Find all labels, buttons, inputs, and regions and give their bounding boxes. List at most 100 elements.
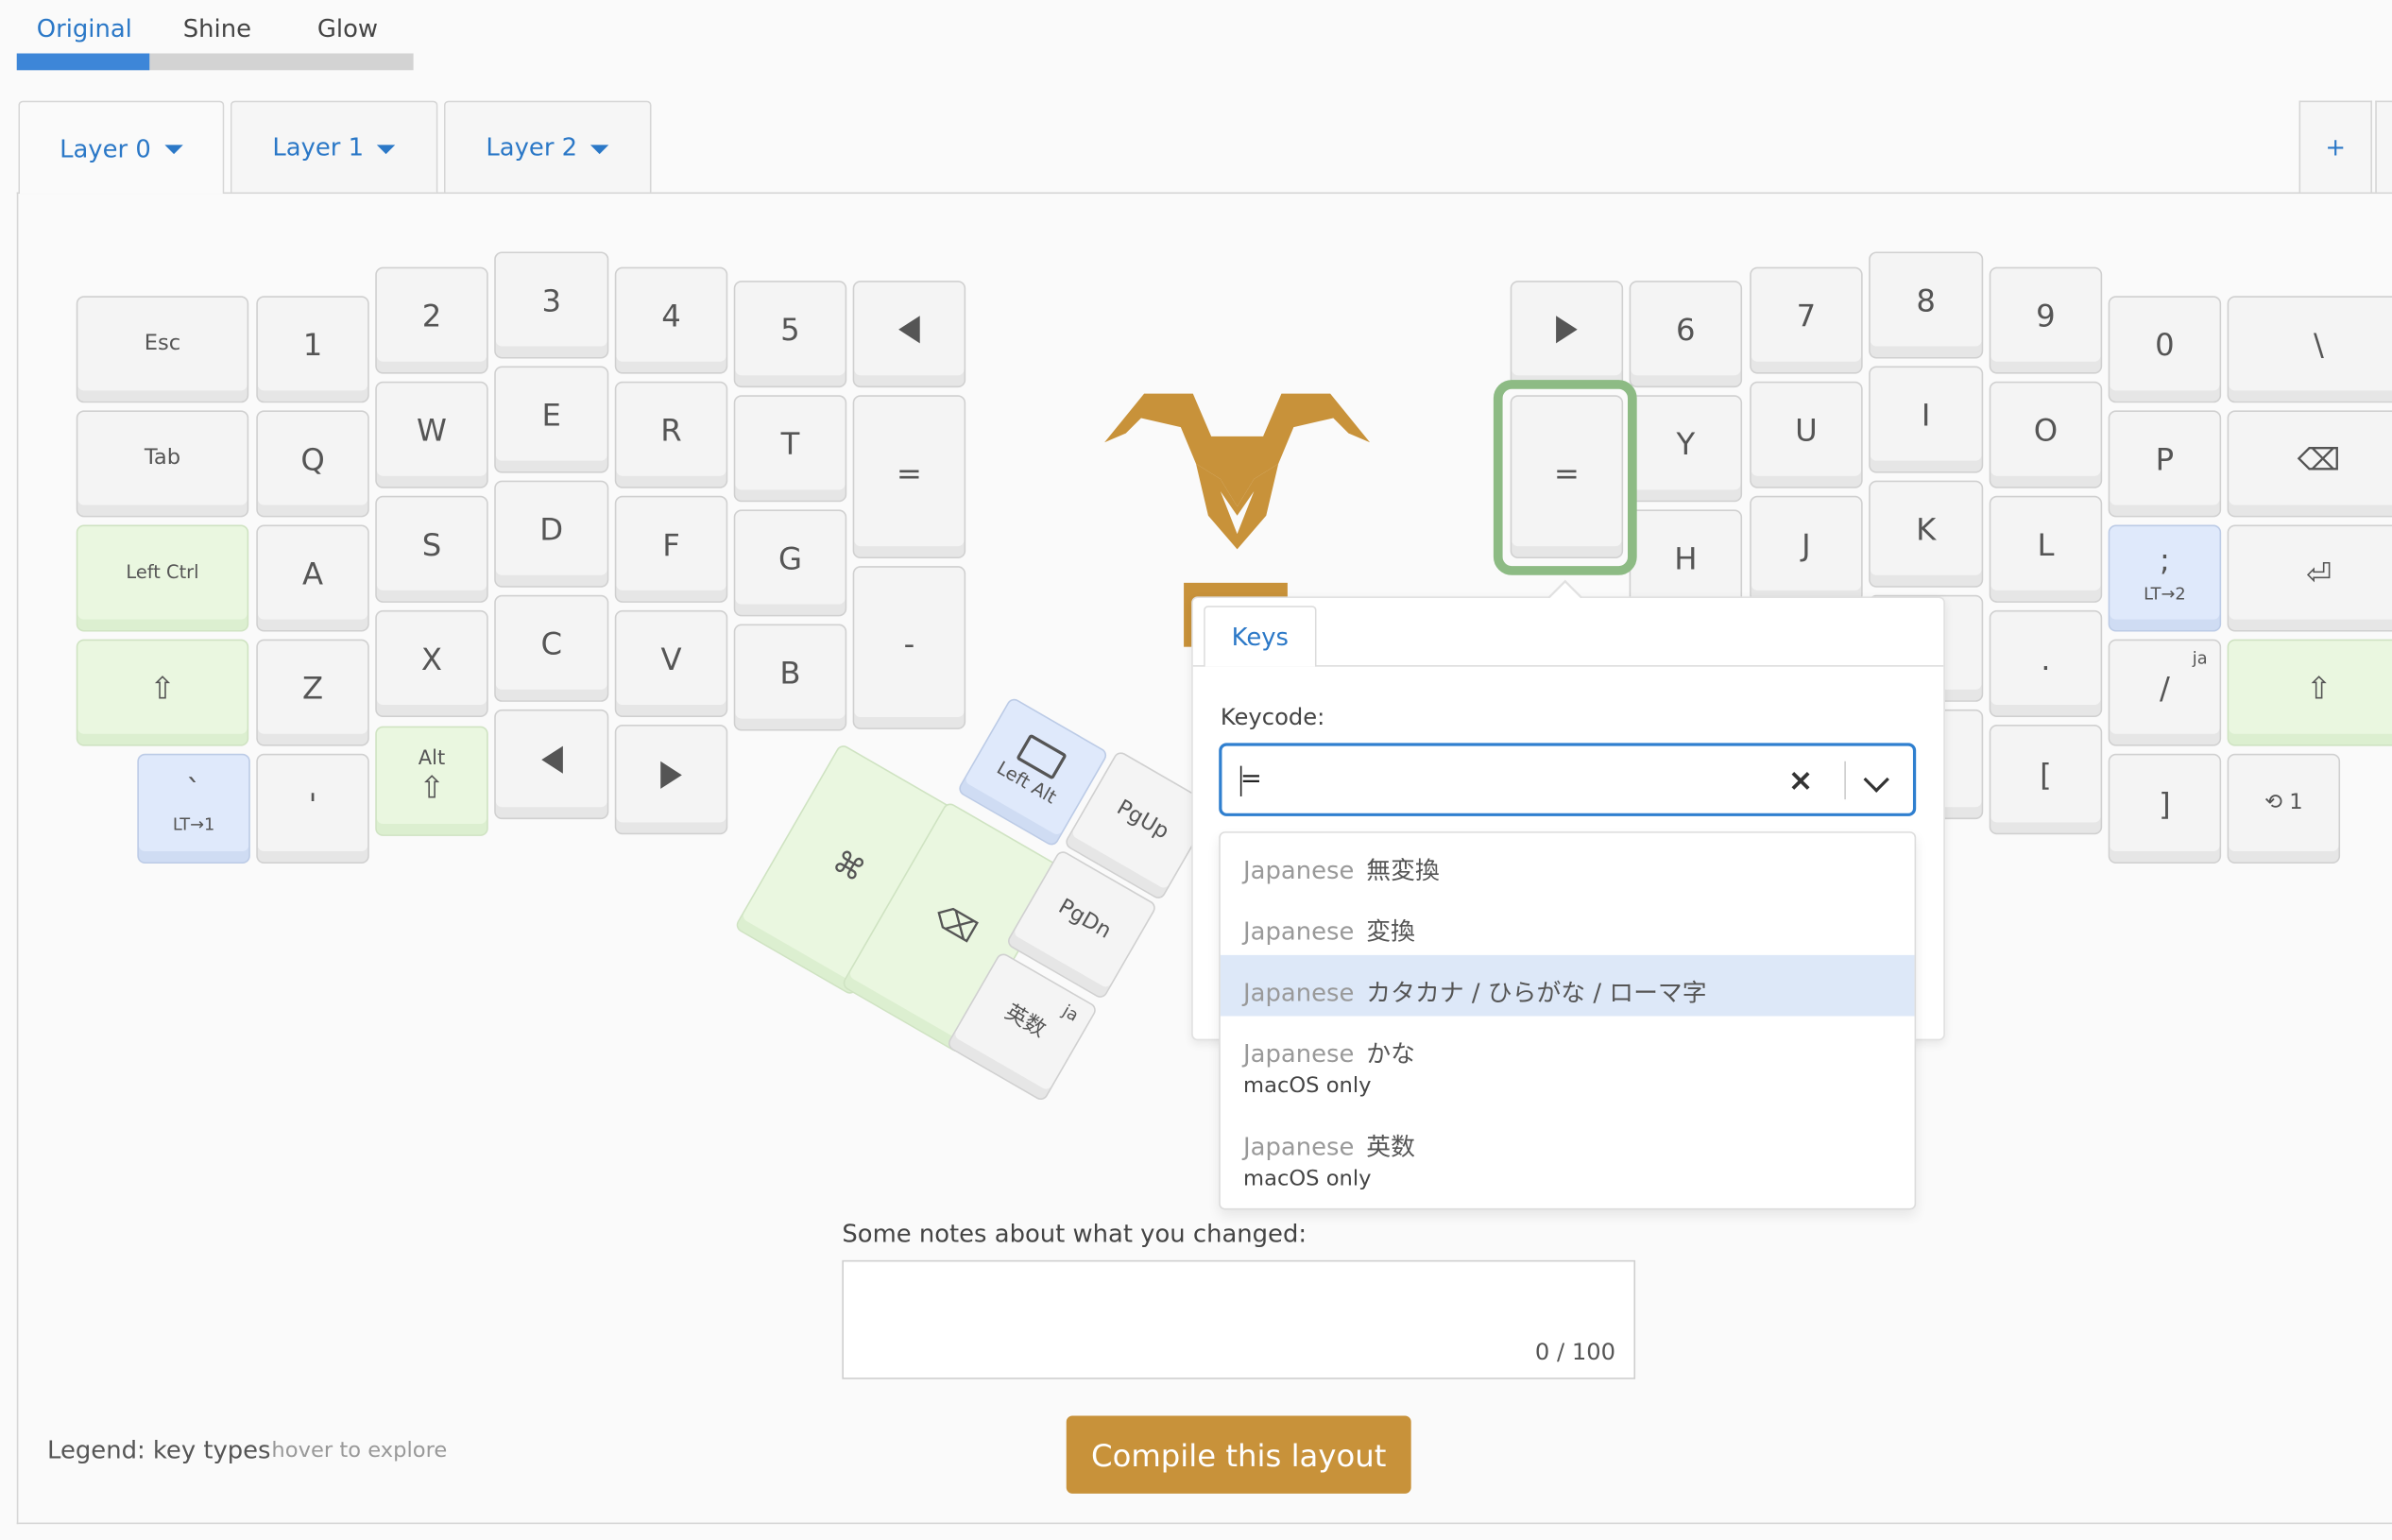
theme-tab-glow[interactable]: Glow xyxy=(317,14,378,43)
key-alt-label: Alt xyxy=(418,746,446,771)
key-6[interactable]: 6 xyxy=(1629,281,1743,388)
dropdown-option[interactable]: Japanese 変換 xyxy=(1221,894,1915,955)
key-left-arrow-top[interactable] xyxy=(852,281,966,388)
notes-counter: 0 / 100 xyxy=(1534,1338,1616,1366)
theme-indicator-fill xyxy=(16,53,150,71)
theme-tab-shine[interactable]: Shine xyxy=(183,14,251,43)
key-right-shift[interactable]: ⇧ xyxy=(2227,639,2392,746)
key-left-arrow[interactable] xyxy=(494,709,609,820)
key-eisu-label: 英数 xyxy=(1000,1001,1050,1044)
key-grave-layer1[interactable]: ` LT→1 xyxy=(137,753,250,864)
key-r[interactable]: R xyxy=(614,381,728,488)
key-8[interactable]: 8 xyxy=(1869,251,1984,359)
key-equals-left[interactable]: = xyxy=(852,395,966,559)
tab-divider xyxy=(16,192,2392,195)
theme-tab-original[interactable]: Original xyxy=(37,14,132,43)
dropdown-option[interactable]: Japanese 英数 macOS only xyxy=(1221,1109,1915,1201)
tab-layer-2[interactable]: Layer 2 xyxy=(443,100,652,193)
key-i[interactable]: I xyxy=(1869,366,1984,473)
key-d[interactable]: D xyxy=(494,480,609,588)
key-z[interactable]: Z xyxy=(256,639,369,746)
key-b[interactable]: B xyxy=(733,624,847,731)
key-k[interactable]: K xyxy=(1869,480,1984,588)
dropdown-option[interactable]: Japanese 無変換 xyxy=(1221,833,1915,895)
option-lang: Japanese xyxy=(1243,855,1355,885)
chevron-down-icon[interactable] xyxy=(1863,766,1889,793)
key-right-arrow[interactable] xyxy=(614,725,728,835)
goat-logo-icon xyxy=(1104,393,1371,550)
key-t[interactable]: T xyxy=(733,395,847,503)
tab-keys[interactable]: Keys xyxy=(1204,606,1317,667)
clear-icon[interactable]: × xyxy=(1788,761,1814,798)
keycode-input-value[interactable]: = xyxy=(1240,764,1262,795)
option-lang: Japanese xyxy=(1243,1038,1355,1069)
key-4[interactable]: 4 xyxy=(614,266,728,374)
key-semicolon-layer2[interactable]: ; LT→2 xyxy=(2108,524,2222,632)
dropdown-option-highlighted[interactable]: Japanese カタカナ / ひらがな / ローマ字 xyxy=(1220,954,1915,1017)
key-g[interactable]: G xyxy=(733,509,847,617)
key-right-arrow-top[interactable] xyxy=(1510,281,1624,388)
key-tab[interactable]: Tab xyxy=(76,410,249,518)
key-y[interactable]: Y xyxy=(1629,395,1743,503)
key-enter[interactable]: ⏎ xyxy=(2227,524,2392,632)
keycode-label: Keycode: xyxy=(1220,703,1325,731)
tab-overflow xyxy=(2375,100,2392,193)
key-layer-back-1[interactable]: ⟲ 1 xyxy=(2227,753,2341,864)
caret-down-icon xyxy=(164,145,183,155)
legend-label: Legend: key types xyxy=(47,1435,271,1465)
key-5[interactable]: 5 xyxy=(733,281,847,388)
add-layer-button[interactable]: + xyxy=(2298,100,2373,193)
key-left-bracket[interactable]: [ xyxy=(1989,725,2103,835)
key-period[interactable]: . xyxy=(1989,609,2103,717)
key-esc[interactable]: Esc xyxy=(76,296,249,403)
notes-textarea[interactable]: 0 / 100 xyxy=(842,1259,1636,1379)
key-p[interactable]: P xyxy=(2108,410,2222,518)
key-3[interactable]: 3 xyxy=(494,251,609,359)
key-1[interactable]: 1 xyxy=(256,296,369,403)
key-quote[interactable]: ' xyxy=(256,753,369,864)
key-u[interactable]: U xyxy=(1750,381,1863,488)
key-e[interactable]: E xyxy=(494,366,609,473)
key-7[interactable]: 7 xyxy=(1750,266,1863,374)
option-note: macOS only xyxy=(1243,1073,1372,1099)
key-j[interactable]: J xyxy=(1750,495,1863,603)
key-right-bracket[interactable]: ] xyxy=(2108,753,2222,864)
option-lang: Japanese xyxy=(1243,978,1355,1007)
notes-label: Some notes about what you changed: xyxy=(842,1219,1307,1248)
key-c[interactable]: C xyxy=(494,594,609,702)
key-9[interactable]: 9 xyxy=(1989,266,2103,374)
key-minus[interactable]: - xyxy=(852,566,966,729)
tab-layer-0[interactable]: Layer 0 xyxy=(18,100,225,195)
key-2[interactable]: 2 xyxy=(375,266,488,374)
key-w[interactable]: W xyxy=(375,381,488,488)
keycode-select[interactable]: = × xyxy=(1219,743,1917,816)
key-q[interactable]: Q xyxy=(256,410,369,518)
key-backspace[interactable]: ⌫ xyxy=(2227,410,2392,518)
tab-layer-1-label: Layer 1 xyxy=(272,132,365,163)
key-v[interactable]: V xyxy=(614,609,728,717)
option-name: 英数 xyxy=(1366,1132,1416,1161)
option-name: 無変換 xyxy=(1366,855,1440,885)
key-left-ctrl[interactable]: Left Ctrl xyxy=(76,524,249,632)
key-f[interactable]: F xyxy=(614,495,728,603)
key-eisu-sup: ja xyxy=(1059,1001,1083,1026)
key-slash[interactable]: / ja xyxy=(2108,639,2222,746)
key-0[interactable]: 0 xyxy=(2108,296,2222,403)
key-o[interactable]: O xyxy=(1989,381,2103,488)
tab-layer-1[interactable]: Layer 1 xyxy=(230,100,438,193)
key-x[interactable]: X xyxy=(375,609,488,717)
key-backslash[interactable]: \ xyxy=(2227,296,2392,403)
key-s[interactable]: S xyxy=(375,495,488,603)
compile-button[interactable]: Compile this layout xyxy=(1066,1415,1411,1494)
key-left-shift[interactable]: ⇧ xyxy=(76,639,249,746)
key-alt[interactable]: Alt ⇧ xyxy=(375,726,488,836)
select-separator xyxy=(1844,761,1846,800)
dropdown-option[interactable]: Japanese かな macOS only xyxy=(1221,1016,1915,1107)
caret-down-icon xyxy=(590,144,610,154)
legend-hint[interactable]: hover to explore xyxy=(271,1439,447,1463)
key-a[interactable]: A xyxy=(256,524,369,632)
key-l[interactable]: L xyxy=(1989,495,2103,603)
arrow-right-icon xyxy=(1556,316,1578,344)
selected-key-outline xyxy=(1493,380,1637,575)
tab-layer-0-label: Layer 0 xyxy=(60,133,151,163)
